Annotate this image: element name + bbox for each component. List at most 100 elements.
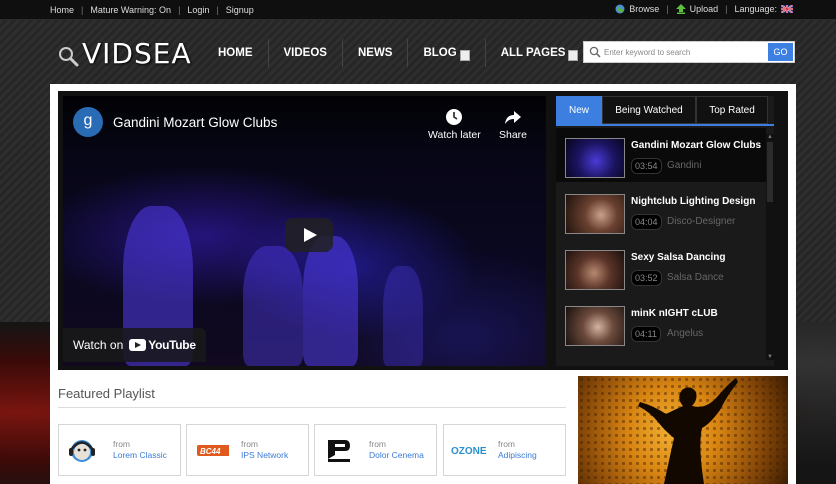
- main-content: g Gandini Mozart Glow Clubs Watch later …: [50, 84, 796, 484]
- playlist-item-author: Salsa Dance: [667, 272, 724, 283]
- nav-news[interactable]: NEWS: [343, 39, 409, 67]
- dolor-logo-icon: [328, 440, 350, 462]
- featured-card[interactable]: from Dolor Cenema: [314, 424, 437, 476]
- card-from-label: from: [498, 439, 515, 449]
- card-name-link[interactable]: IPS Network: [241, 450, 288, 460]
- nav-blog-label: BLOG: [423, 47, 457, 59]
- channel-avatar[interactable]: g: [73, 107, 103, 137]
- magnifier-logo-icon: [59, 46, 79, 66]
- featured-card[interactable]: OZONE from Adipiscing: [443, 424, 566, 476]
- watch-later-label: Watch later: [428, 129, 481, 141]
- login-link[interactable]: Login: [187, 5, 209, 15]
- tab-top-rated[interactable]: Top Rated: [696, 96, 768, 124]
- tab-being-watched[interactable]: Being Watched: [602, 96, 696, 124]
- upload-arrow-icon: [675, 4, 686, 14]
- scrollbar-thumb[interactable]: [767, 142, 773, 202]
- playlist-scrollbar[interactable]: ▲ ▼: [766, 134, 774, 360]
- ozone-logo-icon: OZONE: [450, 445, 487, 457]
- playlist-item[interactable]: minK nIGHT cLUB 04:11 Angelus: [556, 296, 766, 350]
- video-playlist-panel: New Being Watched Top Rated Gandini Moza…: [556, 96, 774, 366]
- video-thumbnail: [565, 194, 625, 234]
- share-label: Share: [499, 129, 528, 141]
- youtube-logo: YouTube: [129, 338, 196, 352]
- divider: |: [725, 4, 728, 14]
- duration-badge: 04:11: [631, 326, 661, 342]
- video-player[interactable]: g Gandini Mozart Glow Clubs Watch later …: [63, 96, 546, 366]
- video-title[interactable]: Gandini Mozart Glow Clubs: [113, 115, 277, 130]
- divider: |: [81, 5, 84, 15]
- card-from-label: from: [113, 439, 130, 449]
- duration-badge: 03:54: [631, 158, 662, 174]
- youtube-play-icon: [129, 339, 147, 351]
- upload-label: Upload: [689, 4, 719, 14]
- uk-flag-icon: [781, 5, 793, 13]
- site-logo[interactable]: VIDSEA: [57, 37, 192, 70]
- nav-home[interactable]: HOME: [203, 39, 269, 67]
- nav-all-pages[interactable]: ALL PAGES: [486, 39, 594, 67]
- card-name-link[interactable]: Dolor Cenema: [369, 450, 424, 460]
- search-icon: [589, 46, 601, 58]
- play-button[interactable]: [285, 218, 333, 252]
- watch-on-label: Watch on: [73, 338, 124, 352]
- tab-new[interactable]: New: [556, 96, 602, 124]
- advertisement-image[interactable]: [578, 376, 788, 484]
- featured-playlist-heading: Featured Playlist: [58, 386, 155, 401]
- playlist-item-author: Gandini: [667, 160, 702, 171]
- broken-image-icon: [568, 49, 579, 61]
- card-from-label: from: [241, 439, 258, 449]
- scroll-down-arrow-icon[interactable]: ▼: [767, 354, 773, 360]
- share-arrow-icon: [505, 111, 522, 124]
- mature-warning-link[interactable]: Mature Warning: On: [90, 5, 171, 15]
- playlist-item-title: minK nIGHT cLUB: [631, 308, 718, 319]
- featured-card[interactable]: from Lorem Classic: [58, 424, 181, 476]
- language-selector[interactable]: Language:: [734, 4, 793, 14]
- watch-later-button[interactable]: Watch later: [428, 108, 481, 141]
- player-section: g Gandini Mozart Glow Clubs Watch later …: [58, 91, 788, 370]
- playlist-item[interactable]: Sexy Salsa Dancing 03:52 Salsa Dance: [556, 240, 766, 294]
- duration-badge: 03:52: [631, 270, 662, 286]
- divider: [58, 407, 566, 408]
- watch-on-youtube-button[interactable]: Watch on YouTube: [63, 328, 206, 362]
- broken-image-icon: [459, 49, 470, 61]
- card-name-link[interactable]: Lorem Classic: [113, 450, 167, 460]
- playlist-item-title: Gandini Mozart Glow Clubs: [631, 140, 761, 151]
- featured-card[interactable]: BC44 from IPS Network: [186, 424, 309, 476]
- video-scene: [243, 246, 303, 366]
- dancer-silhouette: [638, 378, 738, 484]
- video-thumbnail: [565, 306, 625, 346]
- search-input[interactable]: [604, 44, 764, 60]
- playlist-item[interactable]: Nightclub Lighting Design 04:04 Disco-De…: [556, 184, 766, 238]
- svg-text:BC44: BC44: [200, 447, 221, 456]
- scroll-up-arrow-icon[interactable]: ▲: [767, 134, 773, 140]
- globe-icon: [615, 4, 625, 14]
- search-box: GO: [583, 41, 795, 63]
- nav-news-label: NEWS: [357, 47, 393, 59]
- nav-blog[interactable]: BLOG: [408, 39, 486, 67]
- divider: |: [666, 4, 669, 14]
- share-button[interactable]: Share: [499, 108, 527, 141]
- upload-link[interactable]: Upload: [675, 4, 719, 14]
- card-name-link[interactable]: Adipiscing: [498, 450, 537, 460]
- monkey-headphones-icon: [69, 440, 95, 462]
- nav-videos[interactable]: VIDEOS: [269, 39, 343, 67]
- browse-link[interactable]: Browse: [615, 4, 659, 14]
- main-nav: HOME VIDEOS NEWS BLOG ALL PAGES: [203, 39, 593, 67]
- svg-text:OZONE: OZONE: [451, 446, 487, 457]
- divider: |: [216, 5, 219, 15]
- site-header: VIDSEA HOME VIDEOS NEWS BLOG ALL PAGES G…: [0, 21, 836, 83]
- video-scene: [303, 236, 358, 366]
- ips-logo-icon: BC44: [197, 445, 229, 456]
- playlist-item[interactable]: Gandini Mozart Glow Clubs 03:54 Gandini: [556, 128, 766, 182]
- video-thumbnail: [565, 250, 625, 290]
- playlist-item-title: Nightclub Lighting Design: [631, 196, 756, 207]
- youtube-label: YouTube: [148, 338, 196, 352]
- topbar-home-link[interactable]: Home: [50, 5, 74, 15]
- video-thumbnail: [565, 138, 625, 178]
- playlist-item-title: Sexy Salsa Dancing: [631, 252, 726, 263]
- card-from-label: from: [369, 439, 386, 449]
- browse-label: Browse: [629, 4, 660, 14]
- logo-text: VIDSEA: [82, 37, 192, 70]
- signup-link[interactable]: Signup: [226, 5, 254, 15]
- nav-videos-label: VIDEOS: [283, 47, 327, 59]
- search-go-button[interactable]: GO: [768, 43, 793, 61]
